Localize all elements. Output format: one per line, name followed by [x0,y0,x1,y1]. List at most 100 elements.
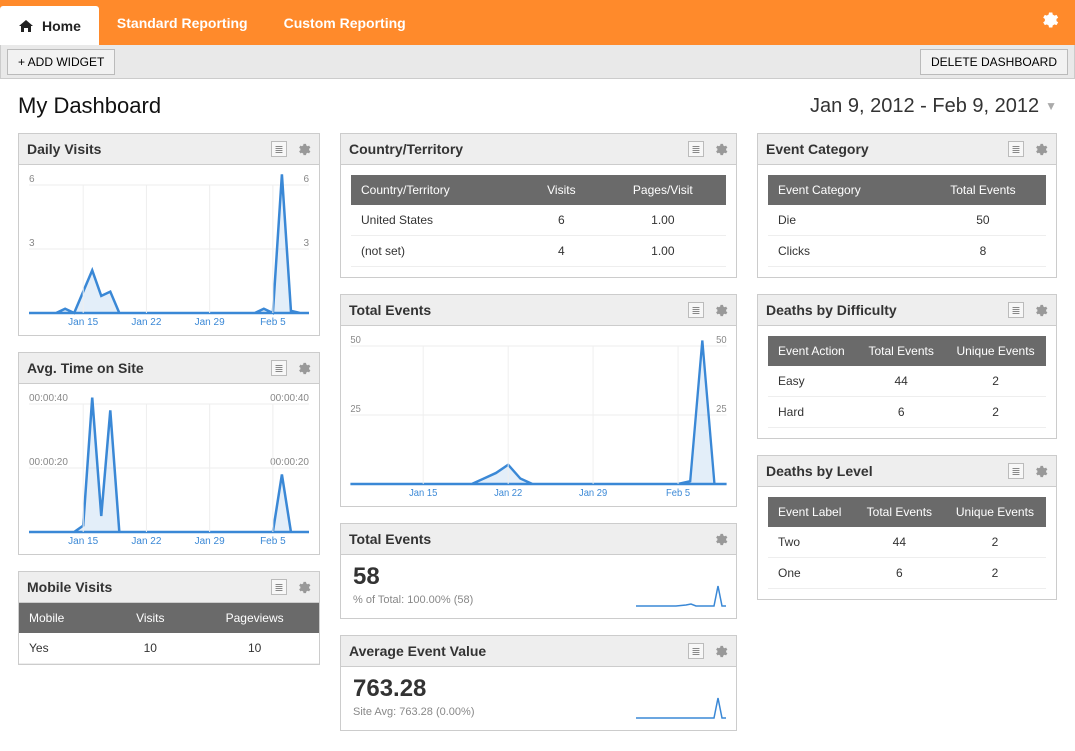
gear-icon[interactable] [712,643,728,659]
add-widget-button[interactable]: + ADD WIDGET [7,49,115,75]
daily-visits-chart: 3366Jan 15Jan 22Jan 29Feb 5 [19,165,319,335]
svg-text:25: 25 [350,404,360,415]
gear-icon[interactable] [295,141,311,157]
col-country: Country/Territory [351,175,523,205]
col-action: Event Action [768,336,857,366]
widget-avg-event-value: Average Event Value ≣ 763.28 Site Avg: 7… [340,635,737,731]
svg-text:3: 3 [303,238,309,249]
svg-text:Jan 15: Jan 15 [409,488,437,499]
top-nav: Home Standard Reporting Custom Reporting [0,0,1075,45]
date-range-picker[interactable]: Jan 9, 2012 - Feb 9, 2012 ▼ [810,95,1057,118]
notes-icon[interactable]: ≣ [688,302,704,318]
svg-text:50: 50 [350,335,361,346]
svg-text:00:00:20: 00:00:20 [270,457,309,468]
delete-dashboard-button[interactable]: DELETE DASHBOARD [920,49,1068,75]
table-row: One62 [768,558,1046,589]
col-visits: Visits [523,175,600,205]
svg-text:Jan 29: Jan 29 [195,536,225,547]
col-unique: Unique Events [944,497,1046,527]
notes-icon[interactable]: ≣ [271,579,287,595]
widget-daily-visits: Daily Visits ≣ 3366Jan 15Jan 22Jan 29Feb… [18,133,320,336]
notes-icon[interactable]: ≣ [271,360,287,376]
sparkline [636,580,726,608]
col-total: Total Events [857,336,945,366]
notes-icon[interactable]: ≣ [1008,141,1024,157]
dashboard-header: My Dashboard Jan 9, 2012 - Feb 9, 2012 ▼ [0,79,1075,133]
country-table: Country/Territory Visits Pages/Visit Uni… [351,175,726,267]
notes-icon[interactable]: ≣ [1008,302,1024,318]
svg-text:50: 50 [716,335,727,346]
dashboard-board: Daily Visits ≣ 3366Jan 15Jan 22Jan 29Feb… [0,133,1075,751]
widget-total-events-chart: Total Events ≣ 25 25 50 50 Jan 15 Jan 22 Jan 2… [340,294,737,507]
svg-text:25: 25 [716,404,726,415]
notes-icon[interactable]: ≣ [1008,463,1024,479]
col-total: Total Events [920,175,1046,205]
svg-text:6: 6 [303,174,309,185]
col-label: Event Label [768,497,855,527]
tab-standard-reporting[interactable]: Standard Reporting [99,0,266,45]
col-total: Total Events [855,497,944,527]
widget-title: Deaths by Difficulty [766,302,897,318]
svg-text:Jan 29: Jan 29 [195,317,225,328]
table-row: Easy442 [768,366,1046,397]
col-pageviews: Pageviews [190,603,319,633]
table-row: Clicks8 [768,236,1046,267]
date-range-label: Jan 9, 2012 - Feb 9, 2012 [810,95,1039,118]
gear-icon[interactable] [295,360,311,376]
widget-title: Total Events [349,302,431,318]
notes-icon[interactable]: ≣ [688,141,704,157]
sparkline [636,692,726,720]
widget-country: Country/Territory ≣ Country/Territory Vi… [340,133,737,278]
gear-icon[interactable] [1032,302,1048,318]
widget-event-category: Event Category ≣ Event Category Total Ev… [757,133,1057,278]
gear-icon[interactable] [712,141,728,157]
notes-icon[interactable]: ≣ [688,643,704,659]
home-icon [18,19,34,33]
svg-text:Feb 5: Feb 5 [260,317,286,328]
col-unique: Unique Events [945,336,1046,366]
svg-text:Jan 29: Jan 29 [579,488,607,499]
svg-text:Feb 5: Feb 5 [666,488,690,499]
event-category-table: Event Category Total Events Die50 Clicks… [768,175,1046,267]
gear-icon[interactable] [295,579,311,595]
widget-title: Deaths by Level [766,463,873,479]
svg-text:00:00:40: 00:00:40 [29,393,68,404]
table-row: United States 6 1.00 [351,205,726,236]
svg-text:00:00:40: 00:00:40 [270,393,309,404]
deaths-difficulty-table: Event Action Total Events Unique Events … [768,336,1046,428]
table-row: Die50 [768,205,1046,236]
gear-icon[interactable] [712,302,728,318]
col-pages-visit: Pages/Visit [600,175,726,205]
widget-deaths-difficulty: Deaths by Difficulty ≣ Event Action Tota… [757,294,1057,439]
gear-icon[interactable] [1032,141,1048,157]
svg-text:Jan 15: Jan 15 [68,317,98,328]
svg-text:Jan 22: Jan 22 [131,317,161,328]
widget-title: Average Event Value [349,643,486,659]
tab-home[interactable]: Home [0,6,99,45]
total-events-chart: 25 25 50 50 Jan 15 Jan 22 Jan 29 Feb 5 [341,326,736,506]
tab-home-label: Home [42,18,81,34]
widget-title: Daily Visits [27,141,101,157]
settings-gear-icon[interactable] [1039,10,1059,36]
gear-icon[interactable] [1032,463,1048,479]
notes-icon[interactable]: ≣ [271,141,287,157]
col-category: Event Category [768,175,920,205]
table-row: (not set) 4 1.00 [351,236,726,267]
svg-text:3: 3 [29,238,35,249]
table-row: Hard62 [768,397,1046,428]
widget-total-events-metric: Total Events 58 % of Total: 100.00% (58) [340,523,737,619]
widget-avg-time: Avg. Time on Site ≣ 00:00:2000:00:2000:0… [18,352,320,555]
mobile-visits-table: Mobile Visits Pageviews Yes 10 10 [19,603,319,664]
avg-time-chart: 00:00:2000:00:2000:00:4000:00:40Jan 15Ja… [19,384,319,554]
deaths-level-table: Event Label Total Events Unique Events T… [768,497,1046,589]
widget-deaths-level: Deaths by Level ≣ Event Label Total Even… [757,455,1057,600]
tab-custom-reporting[interactable]: Custom Reporting [266,0,424,45]
svg-text:Jan 15: Jan 15 [68,536,98,547]
svg-text:Feb 5: Feb 5 [260,536,286,547]
widget-mobile-visits: Mobile Visits ≣ Mobile Visits Pageviews … [18,571,320,665]
chevron-down-icon: ▼ [1045,99,1057,113]
page-title: My Dashboard [18,93,161,119]
gear-icon[interactable] [712,531,728,547]
col-visits: Visits [110,603,190,633]
svg-text:Jan 22: Jan 22 [494,488,522,499]
